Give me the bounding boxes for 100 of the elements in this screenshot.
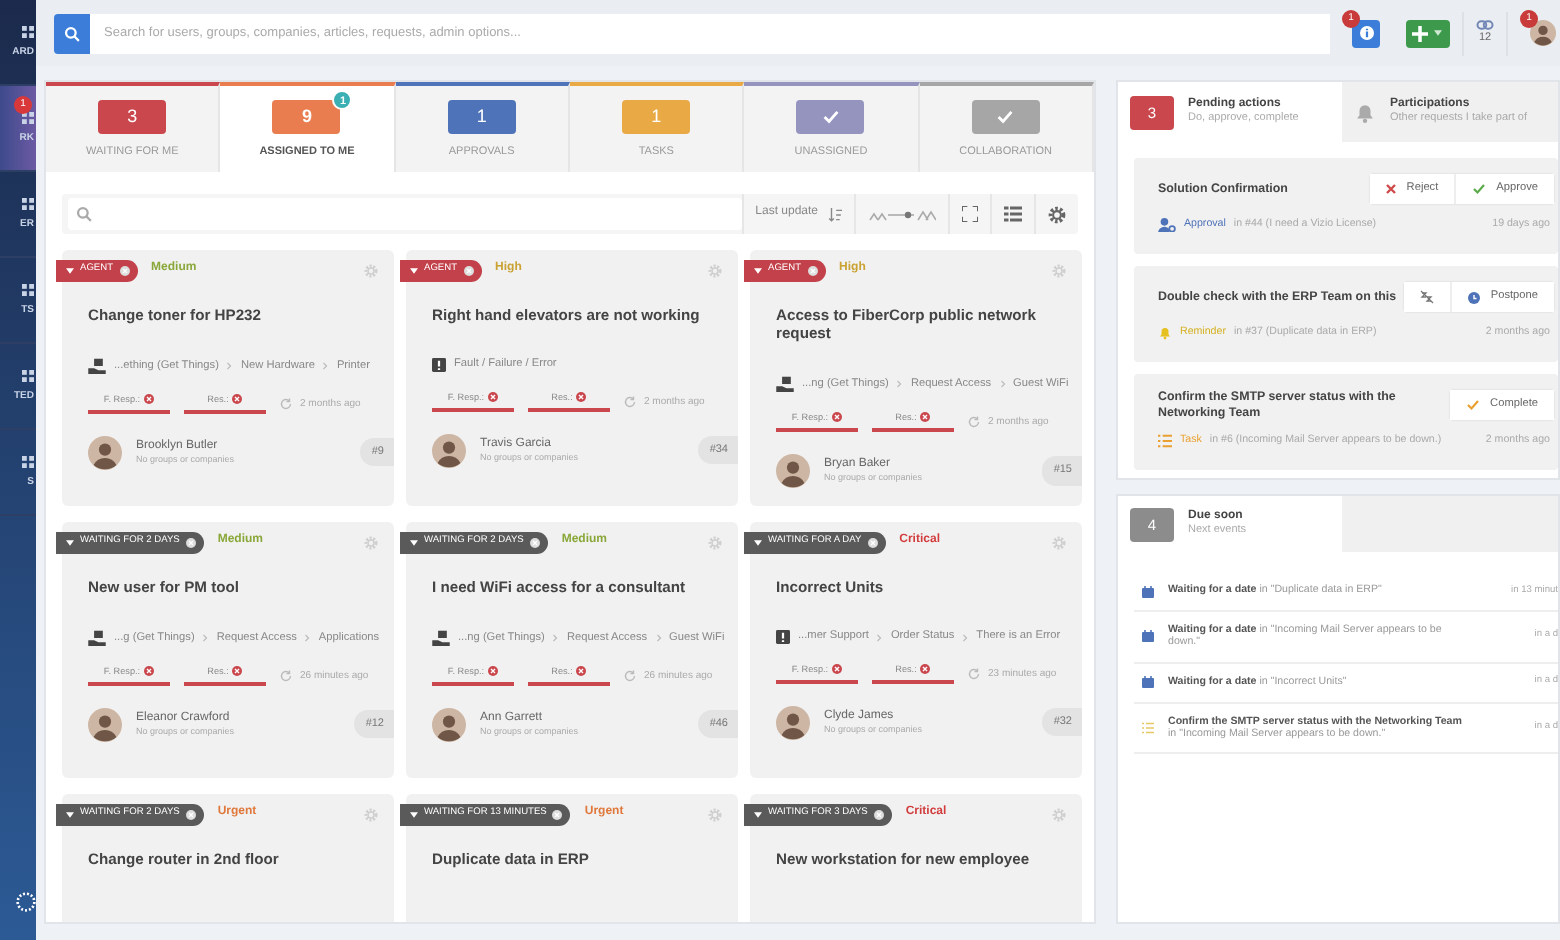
snooze-icon	[1420, 290, 1435, 304]
link-icon	[1476, 20, 1494, 31]
x-circle-icon	[232, 394, 243, 405]
avatar-silhouette-icon	[88, 435, 122, 470]
caret-icon	[66, 811, 74, 817]
nav-icon	[22, 370, 34, 382]
avatar-silhouette-icon	[88, 707, 122, 742]
x-circle-icon	[185, 809, 196, 819]
task-list-icon	[1142, 722, 1154, 735]
bell-icon	[1354, 101, 1376, 123]
chevron-icon	[552, 634, 559, 643]
x-circle-icon	[144, 666, 155, 677]
hand-box-icon	[776, 376, 794, 393]
chevron-icon	[202, 634, 209, 643]
x-circle-icon	[185, 537, 196, 547]
hand-box-icon	[432, 630, 450, 647]
hand-box-icon	[88, 630, 106, 647]
chevron-icon	[226, 362, 233, 371]
nav-icon	[22, 26, 34, 38]
list-view-icon[interactable]	[1004, 206, 1022, 222]
calendar-icon	[1142, 676, 1154, 689]
avatar-silhouette-icon	[776, 453, 810, 488]
x-circle-icon	[144, 394, 155, 405]
x-circle-icon	[867, 537, 878, 547]
nav-icon	[22, 198, 34, 210]
x-circle-icon	[232, 666, 243, 677]
chevron-icon	[655, 634, 662, 643]
snooze-button[interactable]	[1404, 282, 1451, 312]
chevron-icon	[322, 362, 329, 371]
caret-icon	[66, 267, 74, 273]
x-circle-icon	[807, 265, 818, 275]
x-circle-icon	[832, 664, 843, 675]
x-circle-icon	[529, 537, 540, 547]
calendar-icon	[1142, 585, 1154, 597]
count-box: 1	[447, 99, 516, 134]
refresh-icon	[968, 667, 980, 680]
x-circle-icon	[832, 412, 843, 423]
avatar-silhouette-icon	[432, 433, 466, 468]
task-list-icon	[1158, 434, 1172, 448]
avatar-silhouette-icon	[432, 707, 466, 742]
dotted-circle-icon	[16, 892, 36, 912]
x-circle-icon	[920, 412, 931, 423]
nav-icon	[22, 112, 34, 124]
x-circle-icon	[488, 392, 499, 403]
x-circle-icon	[463, 265, 474, 275]
refresh-icon	[280, 669, 292, 682]
chevron-icon	[999, 380, 1006, 389]
hand-box-icon	[88, 358, 106, 375]
chevron-icon	[962, 633, 969, 642]
caret-icon	[410, 267, 418, 273]
nav-icon	[22, 284, 34, 296]
chevron-icon	[876, 633, 883, 642]
caret-icon	[1434, 30, 1442, 36]
refresh-icon	[624, 395, 636, 408]
chevron-icon	[896, 380, 903, 389]
x-circle-icon	[873, 809, 884, 819]
info-icon	[1359, 26, 1373, 40]
refresh-icon	[968, 415, 980, 428]
count-box: 3	[98, 99, 167, 134]
check-icon	[996, 107, 1015, 126]
avatar-silhouette-icon	[1530, 20, 1556, 46]
refresh-icon	[624, 669, 636, 682]
x-icon	[1386, 184, 1397, 194]
bell-icon	[1158, 326, 1172, 340]
caret-icon	[410, 811, 418, 817]
count-box: 1	[622, 99, 691, 134]
sort-icon[interactable]	[828, 207, 842, 221]
check-icon	[1472, 182, 1487, 196]
caret-icon	[754, 811, 762, 817]
refresh-icon	[280, 397, 292, 410]
x-circle-icon	[920, 664, 931, 675]
exclamation-icon	[432, 358, 446, 373]
avatar-silhouette-icon	[776, 705, 810, 740]
nav-icon	[22, 456, 34, 468]
search-button[interactable]	[54, 13, 90, 53]
filter-field[interactable]	[68, 198, 742, 230]
x-circle-icon	[576, 392, 587, 403]
calendar-icon	[1142, 630, 1154, 643]
fullscreen-icon[interactable]	[962, 206, 978, 222]
exclamation-icon	[776, 630, 790, 645]
search-icon	[64, 25, 80, 41]
plus-icon	[1412, 25, 1428, 41]
x-circle-icon	[552, 809, 563, 819]
caret-icon	[66, 539, 74, 545]
notifications-button[interactable]	[1352, 19, 1380, 47]
x-circle-icon	[576, 666, 587, 677]
caret-icon	[754, 539, 762, 545]
caret-icon	[410, 539, 418, 545]
search-icon	[76, 206, 92, 222]
chevron-icon	[304, 634, 311, 643]
user-gear-icon	[1158, 218, 1176, 232]
zoom-slider-drawing[interactable]	[868, 207, 936, 221]
x-circle-icon	[119, 265, 130, 275]
check-icon	[821, 107, 840, 126]
settings-icon[interactable]	[1048, 205, 1066, 223]
add-button[interactable]	[1406, 19, 1450, 47]
check-icon	[1466, 398, 1481, 412]
caret-icon	[754, 267, 762, 273]
clock-icon	[1468, 291, 1481, 303]
x-circle-icon	[488, 666, 499, 677]
